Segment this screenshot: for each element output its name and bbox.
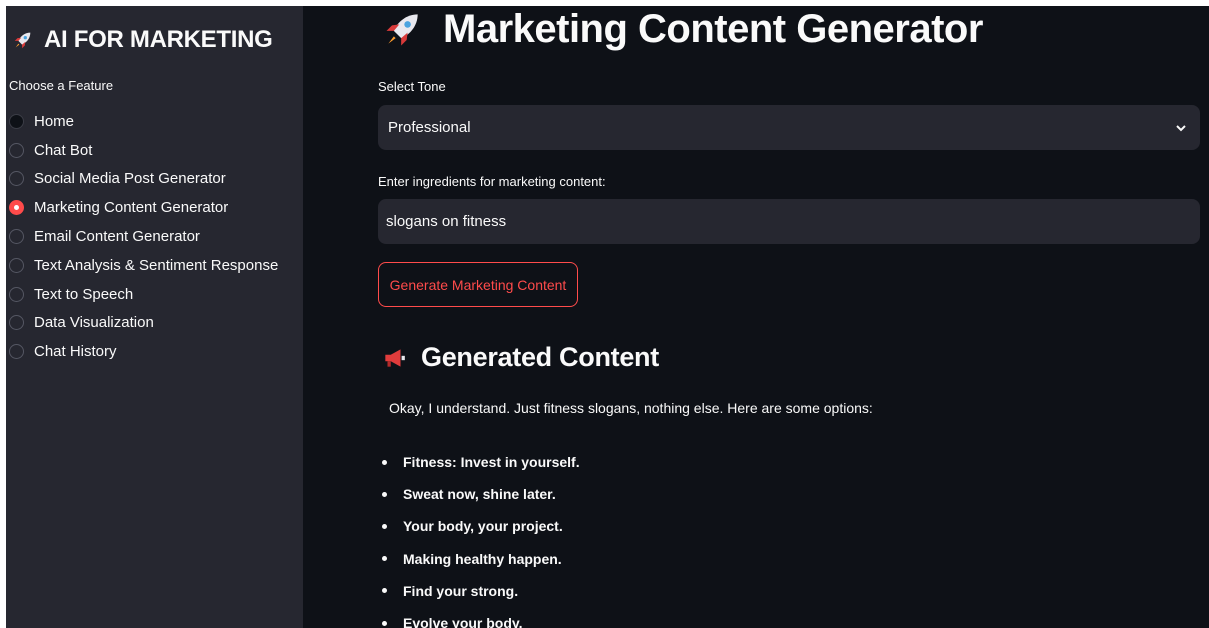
slogan-text: Find your strong.: [403, 582, 519, 599]
sidebar: AI FOR MARKETING Choose a Feature Home Ch…: [6, 6, 303, 628]
sidebar-item-label: Social Media Post Generator: [34, 170, 226, 188]
list-item: Find your strong.: [381, 575, 580, 607]
sidebar-title: AI FOR MARKETING: [12, 26, 273, 54]
sidebar-item-email-content-generator[interactable]: Email Content Generator: [9, 222, 278, 251]
slogan-text: Fitness: Invest in yourself.: [403, 454, 580, 471]
bullet-icon: [382, 620, 387, 626]
radio-circle-icon[interactable]: [9, 229, 24, 245]
tone-label: Select Tone: [378, 79, 446, 94]
radio-circle-icon[interactable]: [9, 142, 24, 158]
slogan-text: Sweat now, shine later.: [403, 486, 556, 503]
list-item: Making healthy happen.: [381, 543, 580, 575]
generate-marketing-content-button[interactable]: Generate Marketing Content: [378, 262, 578, 307]
radio-circle-icon[interactable]: [9, 286, 24, 302]
radio-circle-icon[interactable]: [9, 315, 24, 331]
sidebar-item-chat-history[interactable]: Chat History: [9, 337, 278, 366]
bullet-icon: [382, 523, 387, 529]
generated-content-heading-text: Generated Content: [421, 342, 659, 372]
sidebar-item-chat-bot[interactable]: Chat Bot: [9, 136, 278, 165]
radio-circle-icon[interactable]: [9, 200, 24, 216]
sidebar-title-text: AI FOR MARKETING: [44, 26, 273, 53]
megaphone-icon: [385, 348, 405, 367]
ingredients-label: Enter ingredients for marketing content:: [378, 174, 606, 189]
sidebar-item-label: Chat History: [34, 343, 117, 361]
generated-content-heading: Generated Content: [381, 342, 659, 373]
bullet-icon: [382, 491, 387, 497]
sidebar-item-marketing-content-generator[interactable]: Marketing Content Generator: [9, 193, 278, 222]
ingredients-input[interactable]: [378, 199, 1200, 244]
list-item: Your body, your project.: [381, 510, 580, 542]
main-content: Marketing Content Generator Select Tone …: [303, 6, 1209, 628]
feature-label: Choose a Feature: [9, 78, 114, 93]
slogan-text: Making healthy happen.: [403, 550, 562, 567]
app-window: AI FOR MARKETING Choose a Feature Home Ch…: [6, 6, 1209, 628]
sidebar-item-text-analysis-sentiment-response[interactable]: Text Analysis & Sentiment Response: [9, 251, 278, 280]
generated-intro-text: Okay, I understand. Just fitness slogans…: [389, 400, 873, 416]
radio-circle-icon[interactable]: [9, 257, 24, 273]
sidebar-item-label: Data Visualization: [34, 314, 154, 332]
sidebar-item-label: Chat Bot: [34, 141, 93, 159]
sidebar-item-label: Text Analysis & Sentiment Response: [34, 256, 279, 274]
sidebar-item-label: Home: [34, 112, 75, 130]
bullet-icon: [382, 588, 387, 594]
radio-circle-icon[interactable]: [9, 113, 24, 129]
sidebar-item-label: Email Content Generator: [34, 228, 200, 246]
bullet-icon: [382, 459, 387, 465]
slogan-text: Evolve your body.: [403, 615, 523, 628]
radio-circle-icon[interactable]: [9, 344, 24, 360]
list-item: Fitness: Invest in yourself.: [381, 446, 580, 478]
tone-select-value: Professional: [388, 119, 471, 136]
sidebar-item-social-media-post-generator[interactable]: Social Media Post Generator: [9, 165, 278, 194]
tone-select[interactable]: Professional: [378, 105, 1200, 150]
sidebar-item-label: Marketing Content Generator: [34, 199, 229, 217]
sidebar-item-home[interactable]: Home: [9, 107, 278, 136]
sidebar-item-data-visualization[interactable]: Data Visualization: [9, 309, 278, 338]
chevron-down-icon: [1176, 124, 1186, 131]
slogan-list: Fitness: Invest in yourself. Sweat now, s…: [381, 446, 580, 628]
sidebar-item-text-to-speech[interactable]: Text to Speech: [9, 280, 278, 309]
feature-radio-group: Home Chat Bot Social Media Post Generator M…: [9, 107, 278, 366]
rocket-icon: [386, 14, 418, 46]
slogan-text: Your body, your project.: [403, 518, 563, 535]
bullet-icon: [382, 556, 387, 562]
sidebar-item-label: Text to Speech: [34, 285, 134, 303]
list-item: Sweat now, shine later.: [381, 478, 580, 510]
page-title-text: Marketing Content Generator: [443, 6, 983, 51]
page-title: Marketing Content Generator: [381, 6, 983, 52]
list-item: Evolve your body.: [381, 607, 580, 628]
radio-circle-icon[interactable]: [9, 171, 24, 187]
rocket-icon: [14, 32, 31, 49]
